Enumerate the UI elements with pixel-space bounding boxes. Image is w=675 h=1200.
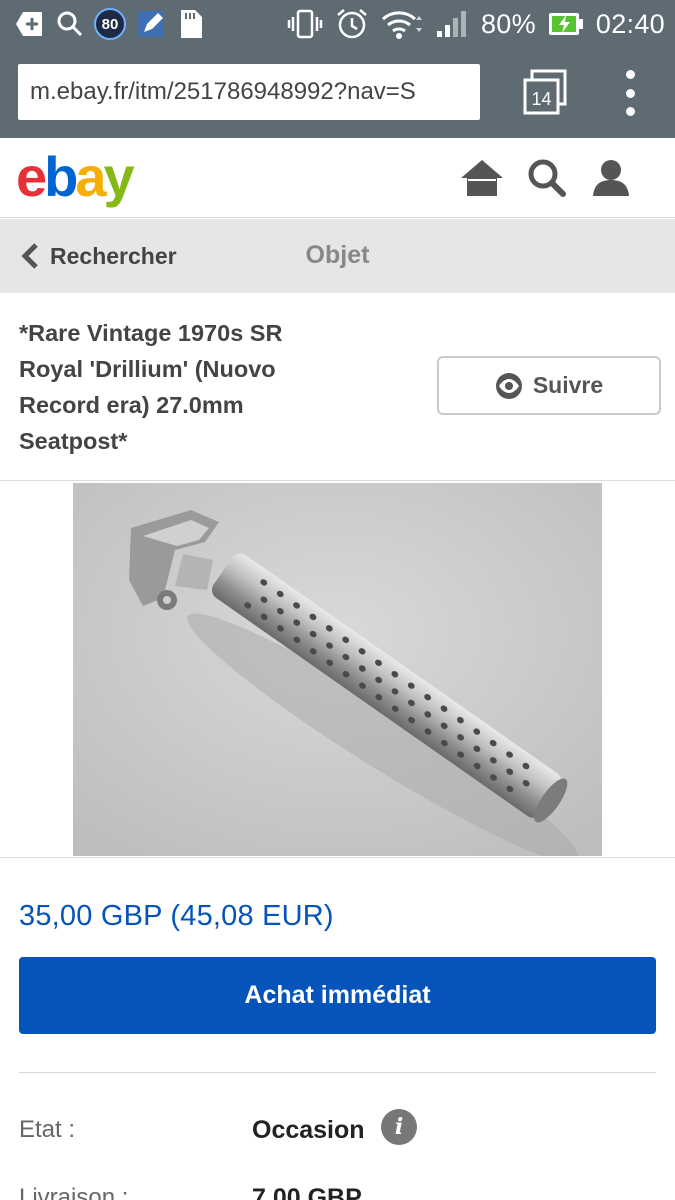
info-icon[interactable]: i — [381, 1109, 417, 1145]
battery-charging-icon — [548, 11, 584, 37]
clock: 02:40 — [595, 8, 665, 39]
divider — [19, 1072, 656, 1073]
shipping-label: Livraison : — [19, 1184, 129, 1200]
follow-button[interactable]: Suivre — [437, 356, 661, 415]
site-header: ebay — [0, 138, 675, 218]
status-bar: 80 80% 02:40 — [0, 0, 675, 48]
tabs-button[interactable]: 14 — [522, 68, 570, 118]
item-photo[interactable] — [73, 483, 602, 856]
condition-value: Occasion — [252, 1116, 365, 1144]
item-title-section: *Rare Vintage 1970s SR Royal 'Drillium' … — [0, 293, 675, 481]
buy-now-button[interactable]: Achat immédiat — [19, 957, 656, 1034]
eye-icon — [495, 372, 523, 400]
browser-menu-button[interactable] — [620, 70, 640, 116]
page-title: Objet — [305, 241, 370, 269]
alarm-icon — [335, 7, 369, 41]
account-icon[interactable] — [591, 158, 635, 198]
wifi-icon — [381, 8, 423, 40]
item-price: 35,00 GBP (45,08 EUR) — [19, 900, 334, 932]
search-icon[interactable] — [527, 158, 571, 198]
sd-card-icon — [178, 8, 204, 40]
search-notification-icon — [56, 10, 84, 38]
url-bar[interactable]: m.ebay.fr/itm/251786948992?nav=S — [18, 64, 480, 120]
home-icon[interactable] — [460, 158, 504, 198]
notification-badge: 80 — [94, 8, 126, 40]
tab-count: 14 — [531, 89, 551, 109]
ebay-logo[interactable]: ebay — [16, 144, 135, 209]
edit-app-icon — [136, 8, 168, 40]
shipping-value: 7,00 GBP — [252, 1184, 362, 1200]
item-title: *Rare Vintage 1970s SR Royal 'Drillium' … — [19, 320, 283, 454]
follow-label: Suivre — [532, 372, 604, 398]
battery-percent: 80% — [480, 8, 536, 39]
item-image-section — [0, 481, 675, 858]
buy-now-label: Achat immédiat — [244, 981, 431, 1009]
url-text: m.ebay.fr/itm/251786948992?nav=S — [30, 78, 416, 105]
vibrate-icon — [287, 8, 323, 40]
browser-toolbar: m.ebay.fr/itm/251786948992?nav=S 14 — [0, 48, 675, 138]
signal-icon — [435, 9, 469, 39]
add-notification-icon — [14, 8, 46, 40]
condition-label: Etat : — [19, 1116, 76, 1143]
nav-bar: Rechercher Objet — [0, 219, 675, 293]
